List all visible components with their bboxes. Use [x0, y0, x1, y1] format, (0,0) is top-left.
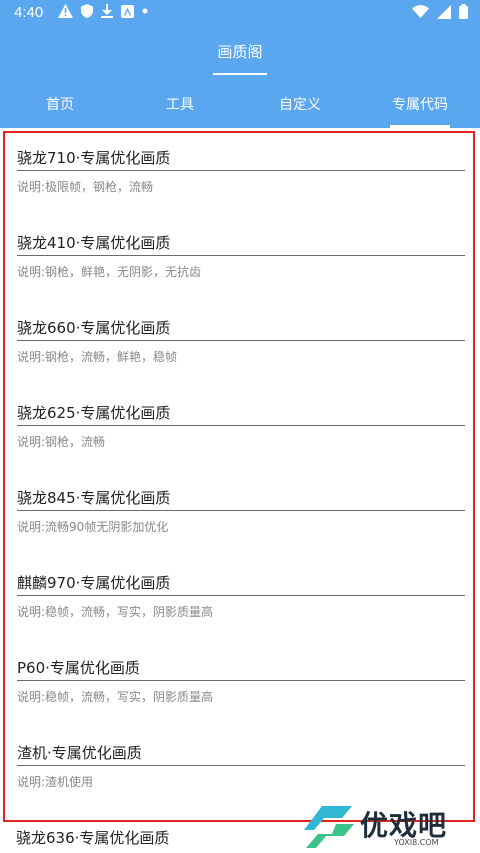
- tab-label: 专属代码: [392, 97, 448, 113]
- divider: [17, 340, 465, 341]
- divider: [17, 170, 465, 171]
- app-store-icon: [121, 4, 134, 18]
- tab-label: 自定义: [279, 97, 321, 113]
- download-icon: [101, 4, 113, 18]
- item-description: 说明:稳帧，流畅，写实，阴影质量高: [17, 605, 214, 619]
- status-bar: 4:40: [0, 0, 480, 26]
- title-underline: [213, 73, 267, 75]
- tab-label: 工具: [166, 97, 194, 113]
- highlight-frame: 骁龙710·专属优化画质 说明:极限帧，钢枪，流畅 骁龙410·专属优化画质 说…: [3, 131, 475, 822]
- item-title: 骁龙625·专属优化画质: [17, 404, 171, 422]
- item-title: P60·专属优化画质: [17, 659, 140, 677]
- shield-icon: [81, 4, 93, 18]
- item-description: 说明:钢枪，鲜艳，无阴影，无抗齿: [17, 265, 202, 279]
- divider: [17, 425, 465, 426]
- app-bar: 画质阁: [0, 26, 480, 78]
- item-description: 说明:极限帧，钢枪，流畅: [17, 180, 154, 194]
- signal-icon: [437, 4, 451, 19]
- item-title: 骁龙660·专属优化画质: [17, 319, 171, 337]
- list-item[interactable]: 骁龙845·专属优化画质 说明:流畅90帧无阴影加优化: [17, 473, 465, 558]
- item-description: 说明:渣机使用: [17, 775, 94, 789]
- page-title: 画质阁: [217, 43, 263, 61]
- battery-icon: [459, 4, 468, 19]
- item-description: 说明:流畅90帧无阴影加优化: [17, 520, 169, 534]
- list-item[interactable]: 渣机·专属优化画质 说明:渣机使用: [17, 728, 465, 813]
- item-title: 骁龙710·专属优化画质: [17, 149, 171, 167]
- item-title: 骁龙410·专属优化画质: [17, 234, 171, 252]
- divider: [17, 255, 465, 256]
- list-item[interactable]: 麒麟970·专属优化画质 说明:稳帧，流畅，写实，阴影质量高: [17, 558, 465, 643]
- tab-bar: 首页 工具 自定义 专属代码: [0, 78, 480, 128]
- warning-icon: [58, 4, 73, 18]
- item-description: 说明:钢枪，流畅，鲜艳，稳帧: [17, 350, 178, 364]
- watermark-url: YOXI8.COM: [394, 838, 439, 847]
- list-item[interactable]: 骁龙710·专属优化画质 说明:极限帧，钢枪，流畅: [17, 133, 465, 218]
- tab-home[interactable]: 首页: [0, 78, 120, 128]
- divider: [17, 765, 465, 766]
- list-item[interactable]: 骁龙410·专属优化画质 说明:钢枪，鲜艳，无阴影，无抗齿: [17, 218, 465, 303]
- divider: [17, 595, 465, 596]
- list-item-peek[interactable]: 骁龙636·专属优化画质: [16, 827, 169, 848]
- dot-icon: [142, 8, 148, 14]
- logo-icon: [304, 806, 354, 848]
- tab-exclusive-code[interactable]: 专属代码: [360, 78, 480, 128]
- watermark-logo: 优戏吧 YOXI8.COM: [302, 802, 478, 852]
- tab-selected-indicator: [390, 125, 450, 128]
- item-title: 骁龙845·专属优化画质: [17, 489, 171, 507]
- item-description: 说明:稳帧，流畅，写实，阴影质量高: [17, 690, 214, 704]
- tab-custom[interactable]: 自定义: [240, 78, 360, 128]
- wifi-icon: [412, 5, 429, 18]
- tab-label: 首页: [46, 97, 74, 113]
- list-item[interactable]: P60·专属优化画质 说明:稳帧，流畅，写实，阴影质量高: [17, 643, 465, 728]
- status-time: 4:40: [14, 4, 44, 21]
- divider: [17, 680, 465, 681]
- list-item[interactable]: 骁龙625·专属优化画质 说明:钢枪，流畅: [17, 388, 465, 473]
- item-description: 说明:钢枪，流畅: [17, 435, 106, 449]
- divider: [17, 510, 465, 511]
- item-title: 麒麟970·专属优化画质: [17, 574, 171, 592]
- list-item[interactable]: 骁龙660·专属优化画质 说明:钢枪，流畅，鲜艳，稳帧: [17, 303, 465, 388]
- item-title: 渣机·专属优化画质: [17, 744, 142, 762]
- tab-tools[interactable]: 工具: [120, 78, 240, 128]
